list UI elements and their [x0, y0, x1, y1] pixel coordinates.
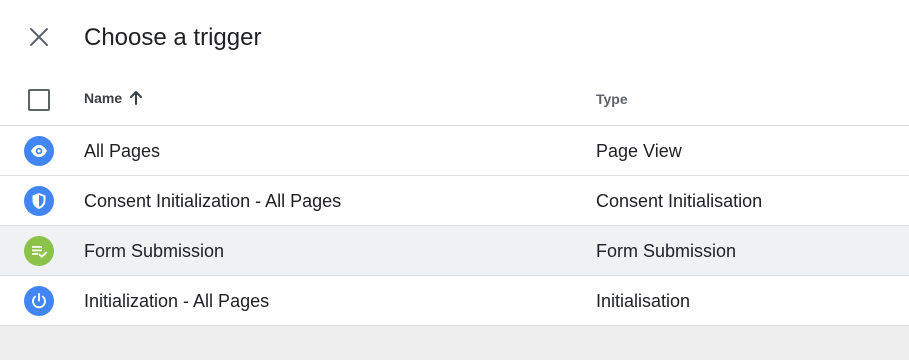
table-row[interactable]: All Pages Page View — [0, 126, 909, 176]
form-check-icon — [24, 236, 54, 266]
column-header-name-label: Name — [84, 90, 123, 106]
row-name: Consent Initialization - All Pages — [84, 191, 342, 211]
row-name: All Pages — [84, 141, 161, 161]
trigger-picker-panel: Choose a trigger Name Type All Pages Pag… — [0, 0, 909, 360]
row-name: Form Submission — [84, 241, 225, 261]
column-header-name[interactable]: Name — [84, 90, 144, 106]
close-button[interactable] — [24, 22, 54, 52]
eye-icon — [24, 136, 54, 166]
row-type: Initialisation — [596, 291, 691, 311]
select-all-checkbox[interactable] — [28, 89, 50, 111]
power-icon — [24, 286, 54, 316]
table-row[interactable]: Consent Initialization - All Pages Conse… — [0, 176, 909, 226]
page-title: Choose a trigger — [84, 24, 262, 51]
shield-icon — [24, 186, 54, 216]
table-header: Name Type — [0, 76, 909, 126]
header: Choose a trigger — [0, 0, 909, 76]
table-row[interactable]: Form Submission Form Submission — [0, 226, 909, 276]
row-type: Consent Initialisation — [596, 191, 763, 211]
row-name: Initialization - All Pages — [84, 291, 270, 311]
column-header-type[interactable]: Type — [596, 91, 628, 107]
row-type: Form Submission — [596, 241, 737, 261]
close-icon — [30, 28, 48, 46]
row-type: Page View — [596, 141, 682, 161]
table-row[interactable]: Initialization - All Pages Initialisatio… — [0, 276, 909, 326]
arrow-up-icon — [128, 90, 144, 106]
